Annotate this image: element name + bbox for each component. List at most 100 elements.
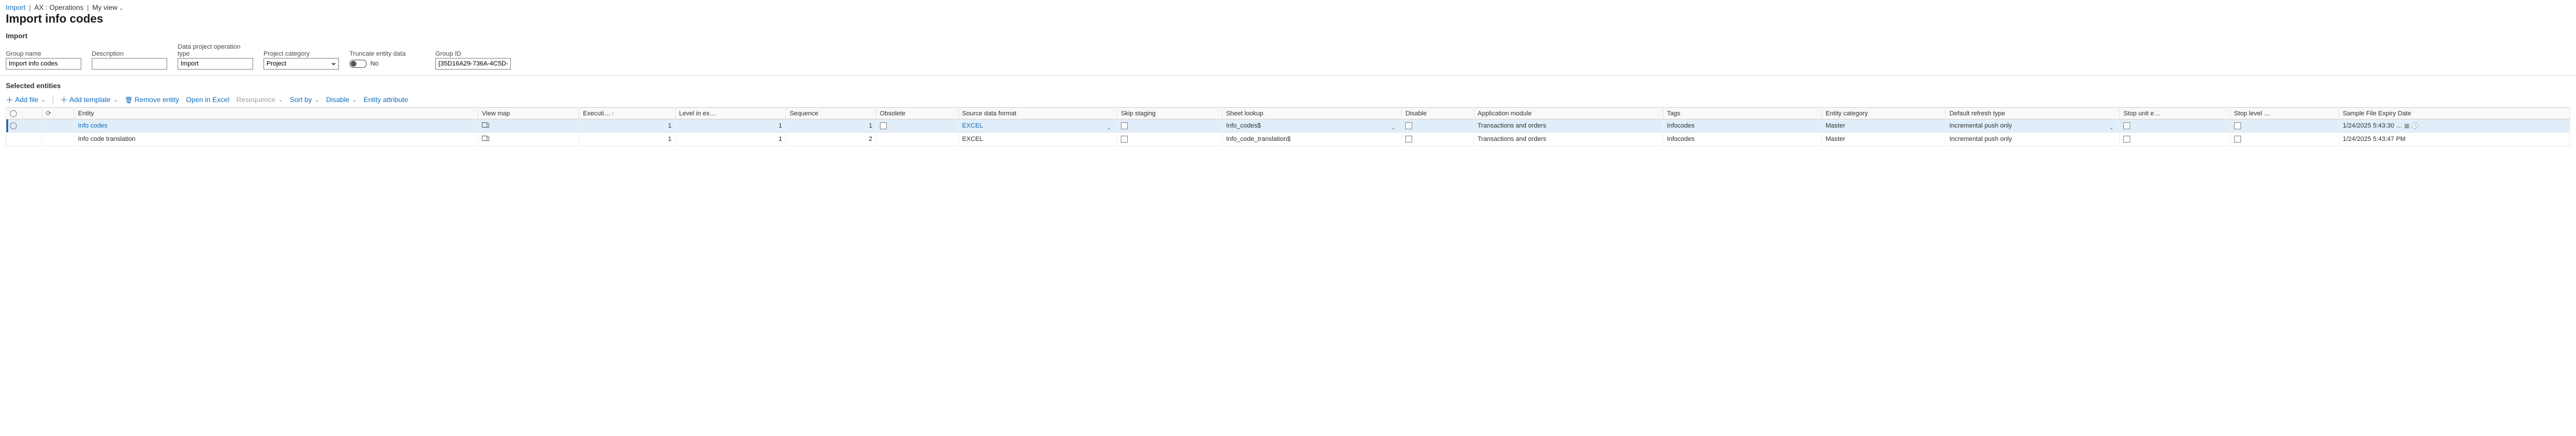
col-view-map[interactable]: View map: [478, 108, 579, 119]
col-refresh-type[interactable]: Default refresh type: [1946, 108, 2120, 119]
entity-attribute-button[interactable]: Entity attribute: [363, 96, 408, 104]
col-exec-unit[interactable]: Executi…↑: [579, 108, 676, 119]
calendar-icon[interactable]: ▦: [2404, 123, 2409, 129]
checkbox-icon[interactable]: [2123, 136, 2130, 143]
checkbox-icon[interactable]: [1121, 122, 1128, 129]
add-template-button[interactable]: ＋Add template⌄: [60, 96, 118, 104]
chevron-down-icon[interactable]: ⌄: [1391, 125, 1396, 131]
checkbox-icon[interactable]: [1405, 122, 1412, 129]
truncate-toggle[interactable]: [349, 60, 367, 68]
chevron-down-icon: ⌄: [277, 97, 283, 103]
col-sheet[interactable]: Sheet lookup: [1222, 108, 1402, 119]
open-in-excel-button[interactable]: Open in Excel: [186, 96, 230, 104]
project-category-select[interactable]: Project: [264, 58, 339, 70]
cell-exec-unit[interactable]: 1: [579, 133, 676, 146]
cell-stop-unit[interactable]: [2120, 119, 2230, 133]
checkbox-icon[interactable]: [2234, 136, 2241, 143]
cell-disable[interactable]: [1402, 119, 1474, 133]
col-app[interactable]: Application module: [1474, 108, 1663, 119]
col-select[interactable]: [6, 108, 42, 119]
checkbox-icon[interactable]: [2234, 122, 2241, 129]
cell-stop-level[interactable]: [2230, 119, 2339, 133]
radio-icon[interactable]: [10, 122, 17, 129]
view-map-icon[interactable]: [482, 135, 489, 142]
sort-by-button[interactable]: Sort by⌄: [290, 96, 319, 104]
cell-refresh[interactable]: Incremental push only: [1946, 133, 2120, 146]
checkbox-icon[interactable]: [1405, 136, 1412, 143]
cell-level[interactable]: 1: [675, 119, 785, 133]
chevron-down-icon: ⌄: [112, 97, 118, 103]
clock-icon[interactable]: 🕓: [2411, 123, 2418, 129]
checkbox-icon[interactable]: [880, 122, 887, 129]
cell-skip[interactable]: [1117, 133, 1222, 146]
checkbox-icon[interactable]: [1121, 136, 1128, 143]
cell-source[interactable]: EXCEL: [958, 133, 1117, 146]
cell-select[interactable]: [6, 119, 42, 133]
cell-disable[interactable]: [1402, 133, 1474, 146]
chevron-down-icon: ⌄: [40, 97, 46, 103]
cell-select[interactable]: [6, 133, 42, 146]
grid-toolbar: ＋Add file⌄ ＋Add template⌄ 🗑Remove entity…: [6, 93, 2570, 107]
col-stop-level[interactable]: Stop level …: [2230, 108, 2339, 119]
add-file-button[interactable]: ＋Add file⌄: [6, 96, 46, 104]
col-disable[interactable]: Disable: [1402, 108, 1474, 119]
table-row[interactable]: Info code translation112EXCELInfo_code_t…: [6, 133, 2570, 146]
operation-type-input[interactable]: [178, 58, 253, 70]
breadcrumb-sep: |: [86, 3, 90, 12]
cell-expiry[interactable]: 1/24/2025 5:43:47 PM: [2339, 133, 2570, 146]
cell-tags: Infocodes: [1663, 119, 1821, 133]
chevron-down-icon[interactable]: ⌄: [2109, 125, 2114, 131]
cell-exec-unit[interactable]: 1: [579, 119, 676, 133]
group-name-input[interactable]: [6, 58, 81, 70]
col-stop-unit[interactable]: Stop unit e…: [2120, 108, 2230, 119]
checkbox-icon[interactable]: [2123, 122, 2130, 129]
cell-obsolete[interactable]: [876, 133, 958, 146]
cell-entity[interactable]: Info code translation: [74, 133, 478, 146]
cell-obsolete[interactable]: [876, 119, 958, 133]
col-entity[interactable]: Entity: [74, 108, 478, 119]
cell-stop-level[interactable]: [2230, 133, 2339, 146]
cell-view-map[interactable]: [478, 119, 579, 133]
resequence-button[interactable]: Resequence⌄: [236, 96, 283, 104]
table-row[interactable]: Info codes111EXCEL⌄Info_codes$⌄Transacti…: [6, 119, 2570, 133]
col-skip[interactable]: Skip staging: [1117, 108, 1222, 119]
col-sequence[interactable]: Sequence: [786, 108, 876, 119]
cell-view-map[interactable]: [478, 133, 579, 146]
col-entity-cat[interactable]: Entity category: [1822, 108, 1946, 119]
cell-entity[interactable]: Info codes: [74, 119, 478, 133]
col-obsolete[interactable]: Obsolete: [876, 108, 958, 119]
section-heading-import: Import: [6, 32, 2570, 40]
cell-expiry[interactable]: 1/24/2025 5:43:30 … ▦ 🕓: [2339, 119, 2570, 133]
col-refresh[interactable]: ⟳: [42, 108, 74, 119]
cell-level[interactable]: 1: [675, 133, 785, 146]
view-map-icon[interactable]: [482, 121, 489, 129]
cell-stop-unit[interactable]: [2120, 133, 2230, 146]
entities-grid: ⟳ Entity View map Executi…↑ Level in ex……: [6, 107, 2570, 146]
breadcrumb-link-import[interactable]: Import: [6, 3, 26, 12]
chevron-down-icon[interactable]: ⌄: [1106, 125, 1111, 131]
label-operation-type: Data project operation type: [178, 43, 253, 57]
cell-sheet[interactable]: Info_code_translation$: [1222, 133, 1402, 146]
entity-name[interactable]: Info code translation: [78, 136, 135, 143]
label-truncate: Truncate entity data: [349, 50, 425, 57]
cell-source[interactable]: EXCEL⌄: [958, 119, 1117, 133]
cell-sequence[interactable]: 1: [786, 119, 876, 133]
col-expiry[interactable]: Sample File Expiry Date: [2339, 108, 2570, 119]
remove-entity-button[interactable]: 🗑Remove entity: [125, 96, 179, 104]
cell-sequence[interactable]: 2: [786, 133, 876, 146]
group-id-input[interactable]: [435, 58, 511, 70]
disable-button[interactable]: Disable⌄: [326, 96, 357, 104]
plus-icon: ＋: [6, 96, 13, 104]
cell-sheet[interactable]: Info_codes$⌄: [1222, 119, 1402, 133]
col-level[interactable]: Level in ex…: [675, 108, 785, 119]
cell-marker: [42, 119, 74, 133]
entity-name[interactable]: Info codes: [78, 122, 107, 129]
cell-refresh[interactable]: Incremental push only⌄: [1946, 119, 2120, 133]
cell-entity-cat: Master: [1822, 119, 1946, 133]
description-input[interactable]: [92, 58, 167, 70]
cell-skip[interactable]: [1117, 119, 1222, 133]
col-source[interactable]: Source data format: [958, 108, 1117, 119]
col-tags[interactable]: Tags: [1663, 108, 1821, 119]
breadcrumb-path: AX : Operations: [34, 3, 84, 12]
breadcrumb-view[interactable]: My view⌄: [92, 3, 124, 12]
